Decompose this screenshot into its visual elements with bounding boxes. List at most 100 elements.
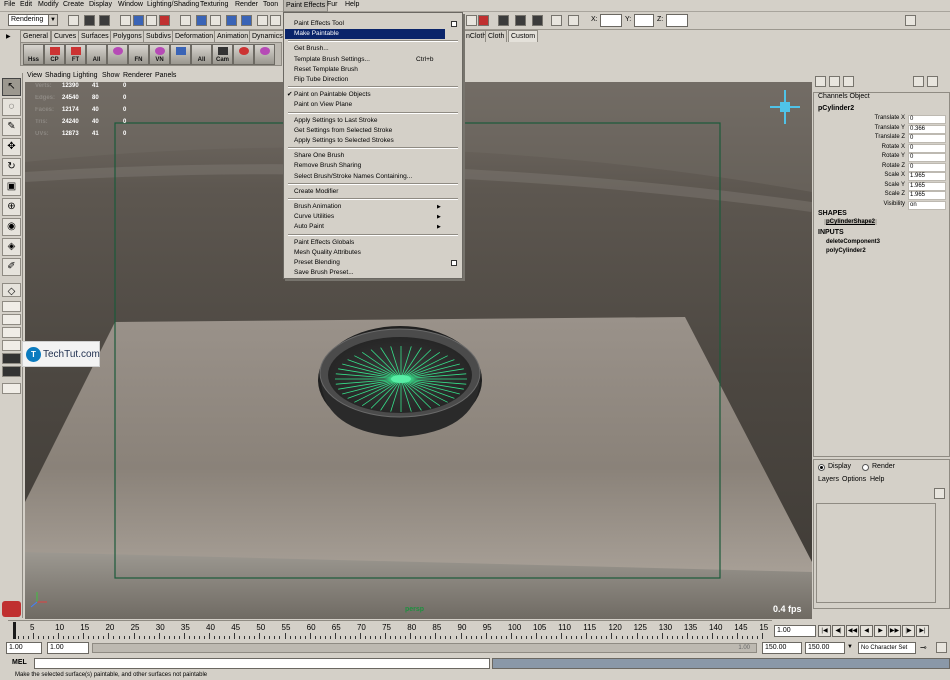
attribute-row[interactable]: Rotate Y0	[814, 153, 949, 162]
step-forward-frame-icon[interactable]: ▶▶	[888, 625, 901, 637]
attribute-row[interactable]: Translate Y 0.366	[814, 124, 949, 134]
shelf-tab-general[interactable]: General	[20, 30, 51, 42]
menu-set-dropdown[interactable]: Rendering ▼	[8, 14, 58, 26]
single-pane-layout-icon[interactable]: ◇	[2, 283, 21, 297]
show-modeling-toolkit-icon[interactable]	[905, 15, 916, 26]
layer-menu-help[interactable]: Help	[870, 476, 884, 483]
preferences-icon[interactable]	[936, 642, 947, 653]
attribute-value[interactable]: 0	[908, 143, 946, 153]
render-current-icon[interactable]	[515, 15, 526, 26]
show-manip-icon[interactable]: ◈	[2, 238, 21, 256]
step-back-frame-icon[interactable]: ◀◀	[846, 625, 859, 637]
save-scene-icon[interactable]	[99, 15, 110, 26]
command-input[interactable]	[34, 658, 490, 669]
menu-item-auto-paint[interactable]: Auto Paint ▶	[285, 222, 461, 232]
menu-item-paint-effects-tool[interactable]: Paint Effects Tool	[285, 19, 461, 29]
key-icon[interactable]: ⊸	[920, 643, 927, 652]
menu-item-create-modifier[interactable]: Create Modifier	[285, 187, 461, 197]
shelf-button-sphere[interactable]	[107, 44, 128, 65]
attribute-value[interactable]: 1.965	[908, 172, 946, 181]
shelf-button-vn[interactable]: VN	[149, 44, 170, 65]
chevron-down-icon[interactable]: ▼	[847, 644, 853, 650]
hypershade-icon[interactable]	[551, 15, 562, 26]
menu-item-share-one-brush[interactable]: Share One Brush	[285, 151, 461, 161]
menu-file[interactable]: File	[4, 1, 15, 8]
persp-hypershade-layout-icon[interactable]	[2, 353, 21, 364]
y-field[interactable]	[634, 14, 654, 27]
shelf-button-cube[interactable]	[170, 44, 191, 65]
attribute-value[interactable]: on	[908, 200, 946, 210]
menu-item-make-paintable[interactable]: Make Paintable	[285, 29, 445, 40]
shelf-tab-curves[interactable]: Curves	[51, 30, 80, 42]
attribute-value[interactable]: 0	[908, 162, 946, 172]
go-to-start-icon[interactable]: |◀	[818, 625, 831, 637]
render-view-icon[interactable]	[498, 15, 509, 26]
menu-paint-effects[interactable]: Paint Effects	[282, 0, 329, 12]
range-track[interactable]: 1.00	[92, 643, 757, 653]
render-layer-radio[interactable]	[862, 464, 869, 471]
layer-list[interactable]	[816, 503, 936, 603]
menu-item-remove-brush-sharing[interactable]: Remove Brush Sharing	[285, 161, 461, 171]
command-language-label[interactable]: MEL	[12, 659, 27, 666]
option-box-icon[interactable]	[451, 21, 457, 27]
menu-lighting-shading[interactable]: Lighting/Shading	[147, 1, 199, 8]
menu-item-paint-on-view-plane[interactable]: Paint on View Plane	[285, 100, 461, 110]
shelf-tab-cloth[interactable]: Cloth	[485, 30, 508, 42]
select-object-icon[interactable]	[133, 15, 144, 26]
shelf-tab-subdivs[interactable]: Subdivs	[143, 30, 174, 42]
playback-start-field[interactable]: 1.00	[47, 642, 89, 654]
attribute-editor-toggle-icon[interactable]	[829, 76, 840, 87]
x-field[interactable]	[600, 14, 622, 27]
attribute-row[interactable]: Translate X0	[814, 115, 949, 124]
select-hierarchy-icon[interactable]	[120, 15, 131, 26]
channel-box-toggle-icon[interactable]	[815, 76, 826, 87]
shelf-button-cam[interactable]: Cam	[212, 44, 233, 65]
z-field[interactable]	[666, 14, 688, 27]
attribute-value[interactable]: 1.965	[908, 181, 946, 191]
menu-edit[interactable]: Edit	[20, 1, 32, 8]
menu-window[interactable]: Window	[118, 1, 143, 8]
make-live-icon[interactable]	[241, 15, 252, 26]
panel-menu-view[interactable]: View	[27, 72, 42, 79]
animation-end-field[interactable]: 150.00	[805, 642, 845, 654]
side-by-side-layout-icon[interactable]	[2, 314, 21, 325]
attribute-value[interactable]: 0.366	[908, 124, 946, 134]
shelf-button-all[interactable]: All	[86, 44, 107, 65]
new-layer-icon[interactable]	[934, 488, 945, 499]
menu-toon[interactable]: Toon	[263, 1, 278, 8]
shelf-button-cp[interactable]: CP	[44, 44, 65, 65]
attribute-value[interactable]: 1.965	[908, 191, 946, 200]
construction-icon[interactable]	[270, 15, 281, 26]
menu-texturing[interactable]: Texturing	[200, 1, 228, 8]
shelf-button-hss[interactable]: Hss	[23, 44, 44, 65]
history-icon[interactable]	[257, 15, 268, 26]
shelf-tab-animation[interactable]: Animation	[214, 30, 252, 42]
attribute-row[interactable]: Scale X 1.965	[814, 172, 949, 181]
snap-point-icon[interactable]	[210, 15, 221, 26]
four-pane-layout-icon[interactable]	[2, 301, 21, 312]
menu-display[interactable]: Display	[89, 1, 112, 8]
selected-object-name[interactable]: pCylinder2	[818, 105, 854, 112]
attribute-row[interactable]: Translate Z0	[814, 134, 949, 143]
snap-grid-icon[interactable]	[180, 15, 191, 26]
attribute-row[interactable]: Rotate Z0	[814, 162, 949, 172]
last-tool-icon[interactable]: ✐	[2, 258, 21, 276]
shelf-button-paint[interactable]	[233, 44, 254, 65]
display-layer-radio[interactable]	[818, 464, 825, 471]
menu-item-reset-template-brush[interactable]: Reset Template Brush	[285, 65, 461, 75]
menu-item-curve-utilities[interactable]: Curve Utilities ▶	[285, 212, 461, 222]
snap-plane-icon[interactable]	[226, 15, 237, 26]
rotate-tool-icon[interactable]: ↻	[2, 158, 21, 176]
panel-toggle-icon[interactable]	[927, 76, 938, 87]
menu-item-get-settings-from-selected-stroke[interactable]: Get Settings from Selected Stroke	[285, 126, 461, 136]
menu-item-mesh-quality-attributes[interactable]: Mesh Quality Attributes	[285, 248, 461, 258]
menu-fur[interactable]: Fur	[327, 1, 338, 8]
lasso-tool-icon[interactable]: ◌	[2, 98, 21, 116]
step-back-key-icon[interactable]: ◀|	[832, 625, 845, 637]
menu-modify[interactable]: Modify	[38, 1, 59, 8]
soft-mod-icon[interactable]: ◉	[2, 218, 21, 236]
input-line-icon[interactable]	[568, 15, 579, 26]
layer-editor-toggle-icon[interactable]	[913, 76, 924, 87]
input-node[interactable]: polyCylinder2	[826, 248, 866, 254]
menu-item-flip-tube-direction[interactable]: Flip Tube Direction	[285, 75, 461, 85]
